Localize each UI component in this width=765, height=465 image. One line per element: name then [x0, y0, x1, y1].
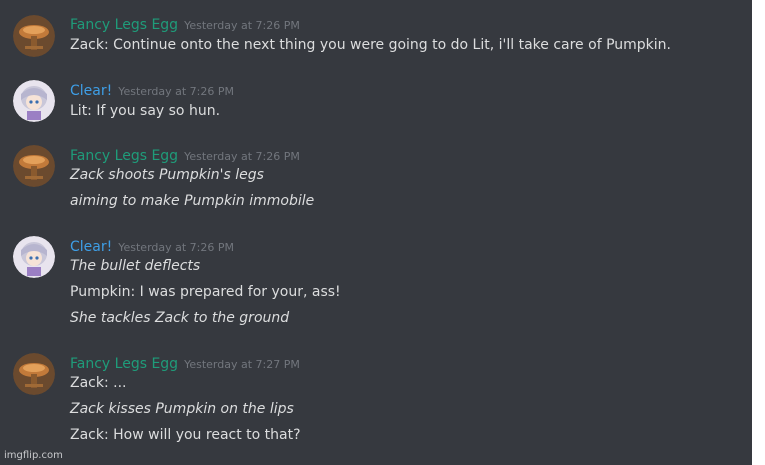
- author-name[interactable]: Clear!: [70, 83, 112, 99]
- message-text: The bullet deflects: [70, 258, 201, 274]
- message-text: Zack: How will you react to that?: [70, 427, 301, 443]
- watermark: imgflip.com: [4, 450, 63, 461]
- pumpkin-table-icon[interactable]: [13, 353, 55, 395]
- message-header: Fancy Legs Egg Yesterday at 7:27 PM: [70, 353, 300, 373]
- chat-message-list: Fancy Legs Egg Yesterday at 7:26 PM Zack:…: [0, 0, 752, 465]
- message-text: Zack: Continue onto the next thing you w…: [70, 37, 671, 53]
- right-edge-strip: [752, 0, 765, 465]
- message-timestamp: Yesterday at 7:26 PM: [118, 85, 235, 98]
- message-text: Zack kisses Pumpkin on the lips: [70, 401, 294, 417]
- message-text: Zack shoots Pumpkin's legs: [70, 167, 264, 183]
- anime-girl-icon[interactable]: [13, 80, 55, 122]
- pumpkin-table-icon[interactable]: [13, 15, 55, 57]
- author-name[interactable]: Fancy Legs Egg: [70, 356, 178, 372]
- message-timestamp: Yesterday at 7:26 PM: [118, 241, 235, 254]
- message-text: aiming to make Pumpkin immobile: [70, 193, 315, 209]
- message-text: Pumpkin: I was prepared for your, ass!: [70, 284, 341, 300]
- author-name[interactable]: Clear!: [70, 239, 112, 255]
- message-timestamp: Yesterday at 7:27 PM: [184, 358, 300, 371]
- message-text: Lit: If you say so hun.: [70, 103, 221, 119]
- pumpkin-table-icon[interactable]: [13, 145, 55, 187]
- message-header: Fancy Legs Egg Yesterday at 7:26 PM: [70, 145, 300, 165]
- author-name[interactable]: Fancy Legs Egg: [70, 148, 178, 164]
- author-name[interactable]: Fancy Legs Egg: [70, 17, 178, 33]
- message-header: Fancy Legs Egg Yesterday at 7:26 PM: [70, 14, 300, 34]
- message-header: Clear! Yesterday at 7:26 PM: [70, 80, 234, 100]
- message-header: Clear! Yesterday at 7:26 PM: [70, 236, 234, 256]
- message-text: She tackles Zack to the ground: [70, 310, 290, 326]
- anime-girl-icon[interactable]: [13, 236, 55, 278]
- message-timestamp: Yesterday at 7:26 PM: [184, 19, 300, 32]
- message-text: Zack: ...: [70, 375, 127, 391]
- message-timestamp: Yesterday at 7:26 PM: [184, 150, 300, 163]
